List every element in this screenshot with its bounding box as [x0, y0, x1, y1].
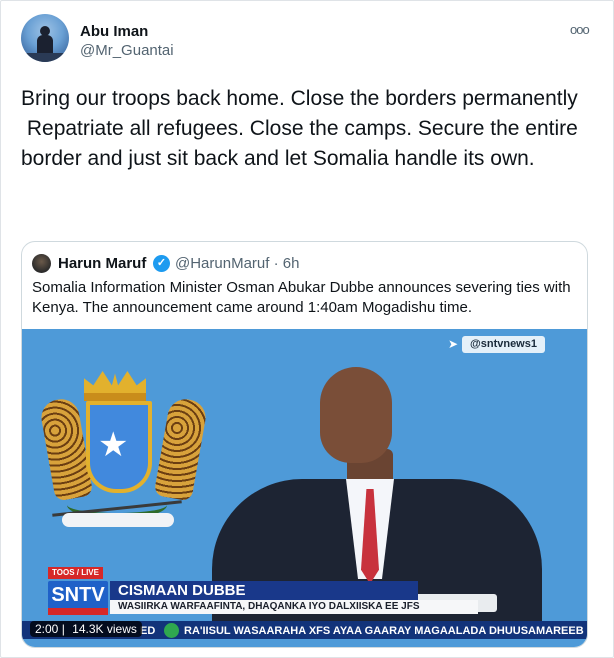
- avatar-silhouette-body: [37, 35, 53, 55]
- avatar-ground: [21, 53, 69, 62]
- author-avatar[interactable]: [21, 14, 69, 62]
- author-handle[interactable]: @Mr_Guantai: [80, 42, 174, 59]
- crown-base: [84, 393, 146, 401]
- views-separator: |: [61, 622, 69, 636]
- quoted-timestamp: 6h: [282, 255, 300, 272]
- quoted-author-name[interactable]: Harun Maruf: [58, 255, 146, 272]
- star-icon: ★: [98, 426, 129, 464]
- quoted-tweet[interactable]: Harun Maruf ✓ @HarunMaruf · 6h Somalia I…: [21, 241, 588, 648]
- leopard-right: [153, 396, 209, 502]
- crown-icon: [84, 371, 146, 395]
- tweet-text: Bring our troops back home. Close the bo…: [21, 87, 578, 170]
- ticker-prefix: ED: [140, 625, 156, 637]
- ticker-emblem-icon: [164, 623, 179, 638]
- video-views: 14.3K views: [72, 622, 137, 636]
- quoted-author-handle: @HarunMaruf: [175, 255, 270, 272]
- ticker-text: RA'IISUL WASAARAHA XFS AYAA GAARAY MAGAA…: [184, 625, 584, 637]
- more-horizontal-icon[interactable]: ooo: [570, 22, 590, 37]
- video-time-views: 2:00 | 14.3K views: [30, 621, 142, 637]
- verified-badge-icon: ✓: [153, 255, 170, 272]
- author-name[interactable]: Abu Iman: [80, 23, 148, 40]
- ribbon: [62, 513, 174, 527]
- channel-logo: SNTV: [48, 581, 108, 609]
- channel-logo-strip: [48, 608, 108, 615]
- lower-third-name: CISMAAN DUBBE: [110, 581, 418, 600]
- video-time: 2:00: [35, 622, 59, 636]
- quoted-author-avatar[interactable]: [32, 254, 51, 273]
- video-watermark: @sntvnews1: [462, 336, 545, 353]
- meta-separator: ·: [273, 255, 283, 272]
- quoted-author-meta[interactable]: @HarunMaruf · 6h: [175, 255, 299, 272]
- quoted-tweet-text: Somalia Information Minister Osman Abuka…: [32, 279, 571, 316]
- share-arrow-icon: ➤: [448, 337, 459, 351]
- lower-third-title: WASIIRKA WARFAAFINTA, DHAQANKA IYO DALXI…: [110, 600, 478, 614]
- presenter-head: [320, 367, 392, 463]
- video-player[interactable]: ➤ @sntvnews1 ★ TOOS / LIVE SNTV CISMAAN …: [22, 329, 587, 647]
- live-badge: TOOS / LIVE: [48, 567, 103, 579]
